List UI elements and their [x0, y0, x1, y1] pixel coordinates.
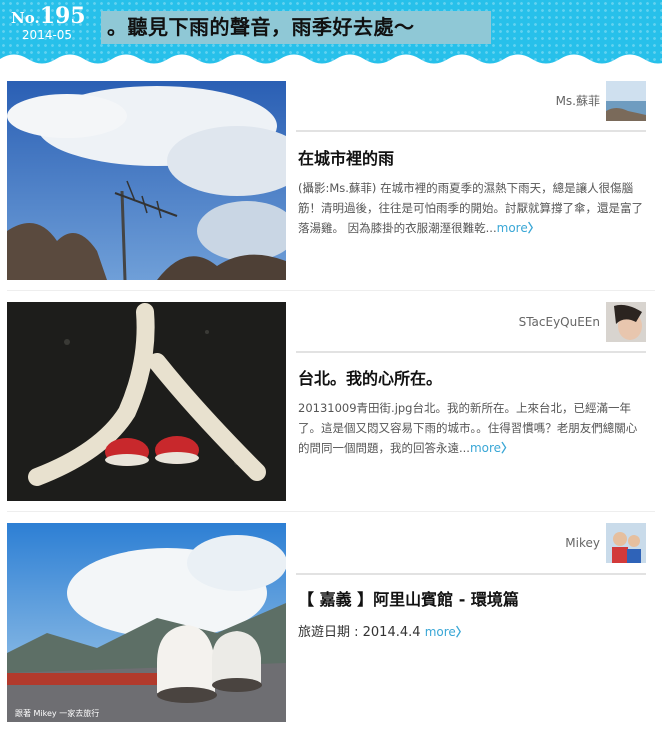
article-image[interactable] — [7, 81, 286, 280]
image-caption: 跟著 Mikey 一家去旅行 — [15, 709, 100, 718]
antenna-sky-photo-icon — [7, 81, 286, 280]
article-image[interactable] — [7, 302, 286, 501]
article-title[interactable]: 台北。我的心所在。 — [298, 365, 442, 389]
article-title[interactable]: 【 嘉義 】阿里山賓館 - 環境篇 — [298, 586, 519, 610]
article-excerpt: 20131009青田街.jpg台北。我的新所在。上來台北，已經滿一年了。這是個又… — [298, 401, 638, 455]
avatar-family-icon — [606, 523, 646, 563]
avatar-portrait-icon — [606, 302, 646, 342]
more-link[interactable]: more〉 — [497, 221, 540, 235]
divider — [296, 130, 646, 132]
chevron-right-icon: 〉 — [527, 221, 540, 235]
author-name[interactable]: Mikey — [565, 523, 600, 563]
page-title: 。聽見下雨的聲音，雨季好去處～ — [101, 11, 491, 44]
avatar[interactable] — [606, 81, 646, 121]
avatar[interactable] — [606, 302, 646, 342]
issue-number: No.195 — [11, 3, 86, 29]
ren-character-road-photo-icon — [7, 302, 286, 501]
more-link[interactable]: more〉 — [470, 441, 513, 455]
author-name[interactable]: STacEyQuEEn — [519, 302, 600, 342]
travel-date: 旅遊日期 : 2014.4.4 more〉 — [298, 625, 468, 640]
chevron-right-icon: 〉 — [501, 441, 514, 455]
avatar[interactable] — [606, 523, 646, 563]
more-link[interactable]: more〉 — [425, 625, 468, 639]
divider — [296, 351, 646, 353]
author-row: Ms.蘇菲 — [296, 81, 646, 121]
divider — [7, 511, 655, 512]
author-name[interactable]: Ms.蘇菲 — [556, 81, 600, 121]
header-wave — [0, 54, 662, 66]
divider — [296, 573, 646, 575]
article-title[interactable]: 在城市裡的雨 — [298, 145, 394, 169]
article-excerpt: (攝影:Ms.蘇菲) 在城市裡的雨夏季的濕熱下雨天，總是讓人很傷腦筋！清明過後，… — [298, 181, 643, 235]
header-banner: No.195 2014-05 。聽見下雨的聲音，雨季好去處～ — [0, 0, 662, 66]
issue-date: 2014-05 — [21, 28, 73, 42]
article-image[interactable]: 跟著 Mikey 一家去旅行 — [7, 523, 286, 722]
author-row: STacEyQuEEn — [296, 302, 646, 342]
author-row: Mikey — [296, 523, 646, 563]
divider — [7, 290, 655, 291]
mountain-terrace-photo-icon — [7, 523, 286, 722]
avatar-sea-icon — [606, 81, 646, 121]
issue-badge: No.195 2014-05 — [11, 3, 86, 42]
chevron-right-icon: 〉 — [455, 625, 468, 639]
